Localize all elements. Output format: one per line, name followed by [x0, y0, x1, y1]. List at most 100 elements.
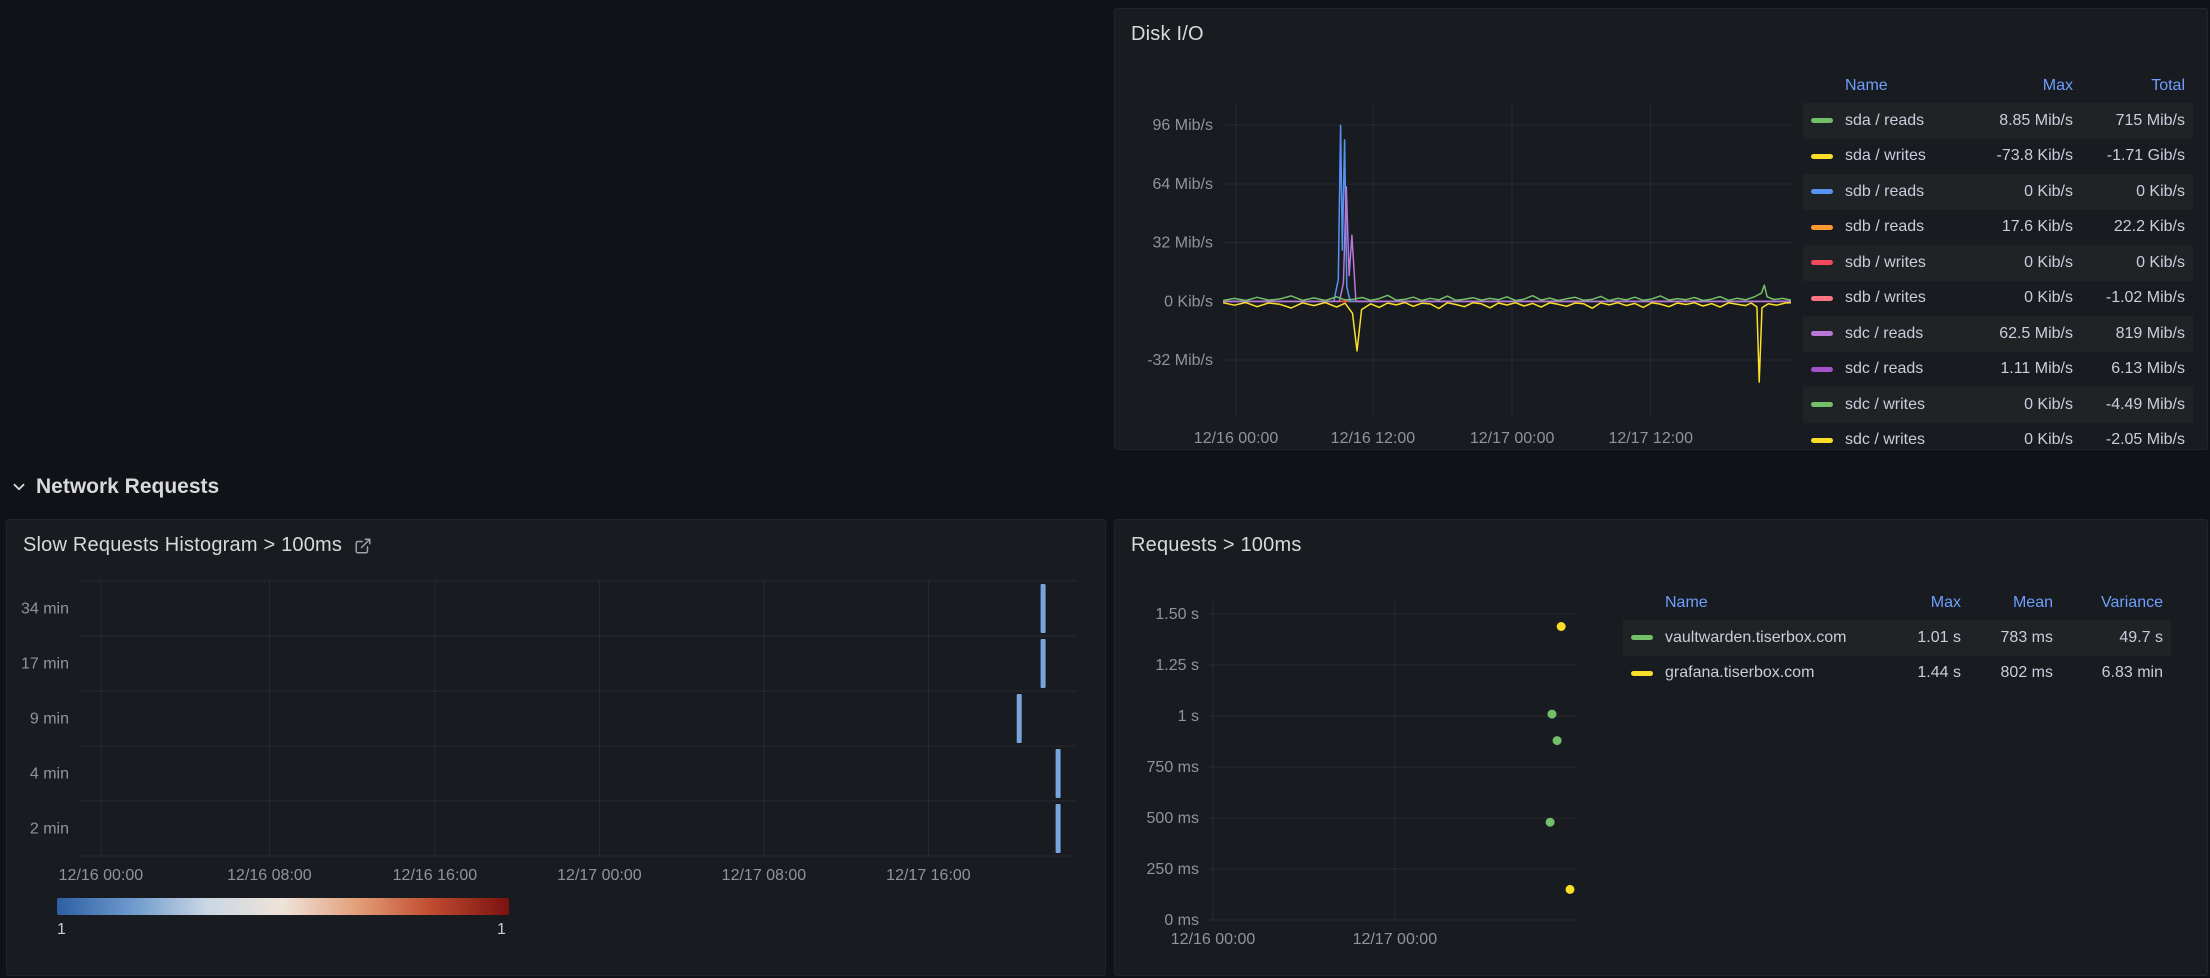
- heatmap-cell: [1041, 584, 1046, 633]
- legend-series-name[interactable]: sdb / writes: [1845, 254, 1963, 272]
- legend-row[interactable]: vaultwarden.tiserbox.com1.01 s783 ms49.7…: [1623, 620, 2171, 656]
- disk-io-chart[interactable]: 12/16 00:0012/16 12:0012/17 00:0012/17 1…: [1155, 69, 1915, 450]
- axis-tick-label: 34 min: [21, 601, 69, 618]
- legend-value: 0 Kib/s: [2073, 183, 2185, 201]
- panel-slow-requests-histogram: Slow Requests Histogram > 100ms 34 min17…: [6, 519, 1106, 976]
- chevron-down-icon[interactable]: [10, 478, 28, 496]
- legend-series-name[interactable]: sdc / writes: [1845, 431, 1963, 449]
- axis-tick-label: 500 ms: [1147, 810, 1199, 827]
- axis-tick-label: 96 Mib/s: [1153, 117, 1213, 134]
- scatter-point: [1557, 622, 1566, 631]
- legend-value: -2.05 Mib/s: [2073, 431, 2185, 449]
- row-network-requests[interactable]: Network Requests: [10, 472, 219, 502]
- scatter-point: [1548, 710, 1557, 719]
- series-color-swatch: [1811, 438, 1833, 443]
- legend-value: 0 Kib/s: [1963, 289, 2073, 307]
- legend-value: 0 Kib/s: [2073, 254, 2185, 272]
- legend-value: 6.83 min: [2053, 664, 2163, 682]
- series-color-swatch: [1811, 154, 1833, 159]
- legend-series-name[interactable]: sdc / writes: [1845, 396, 1963, 414]
- axis-tick-label: 12/16 00:00: [1171, 931, 1256, 948]
- legend-column-header[interactable]: Total: [2073, 77, 2185, 95]
- legend-column-header[interactable]: Name: [1845, 77, 1963, 95]
- series-line: [1223, 303, 1791, 383]
- axis-tick-label: 12/17 00:00: [1353, 931, 1438, 948]
- legend-series-name[interactable]: sdb / reads: [1845, 183, 1963, 201]
- legend-series-name[interactable]: sdc / reads: [1845, 360, 1963, 378]
- legend-column-header[interactable]: Max: [1869, 594, 1961, 612]
- legend-value: -1.71 Gib/s: [2073, 147, 2185, 165]
- axis-tick-label: 12/17 08:00: [722, 867, 807, 884]
- legend-row[interactable]: sdc / reads62.5 Mib/s819 Mib/s: [1803, 316, 2193, 352]
- axis-tick-label: 12/17 16:00: [886, 867, 971, 884]
- legend-value: 0 Kib/s: [1963, 396, 2073, 414]
- legend-row[interactable]: sdc / reads1.11 Mib/s6.13 Mib/s: [1803, 352, 2193, 388]
- legend-series-name[interactable]: sda / reads: [1845, 112, 1963, 130]
- legend-value: 1.44 s: [1869, 664, 1961, 682]
- panel-title[interactable]: Slow Requests Histogram > 100ms: [23, 534, 342, 557]
- legend-value: 17.6 Kib/s: [1963, 218, 2073, 236]
- legend-row[interactable]: sda / reads8.85 Mib/s715 Mib/s: [1803, 103, 2193, 139]
- legend-row[interactable]: sdb / reads0 Kib/s0 Kib/s: [1803, 174, 2193, 210]
- series-line: [1223, 125, 1791, 301]
- legend-series-name[interactable]: grafana.tiserbox.com: [1665, 664, 1869, 682]
- axis-tick-label: 9 min: [30, 711, 69, 728]
- legend-series-name[interactable]: sdb / writes: [1845, 289, 1963, 307]
- axis-tick-label: 12/17 00:00: [557, 867, 642, 884]
- legend-row[interactable]: sdb / writes0 Kib/s-1.02 Mib/s: [1803, 281, 2193, 317]
- legend-row[interactable]: sda / writes-73.8 Kib/s-1.71 Gib/s: [1803, 139, 2193, 175]
- legend-row[interactable]: grafana.tiserbox.com1.44 s802 ms6.83 min: [1623, 656, 2171, 692]
- legend-value: 22.2 Kib/s: [2073, 218, 2185, 236]
- legend-row[interactable]: sdb / writes0 Kib/s0 Kib/s: [1803, 245, 2193, 281]
- legend-series-name[interactable]: sdc / reads: [1845, 325, 1963, 343]
- legend-column-header[interactable]: Name: [1665, 594, 1869, 612]
- heatmap-cell: [1056, 804, 1061, 853]
- axis-tick-label: 12/16 08:00: [227, 867, 312, 884]
- axis-tick-label: 1.25 s: [1155, 657, 1199, 674]
- legend-series-name[interactable]: vaultwarden.tiserbox.com: [1665, 629, 1869, 647]
- legend-series-name[interactable]: sda / writes: [1845, 147, 1963, 165]
- axis-tick-label: 12/16 12:00: [1331, 430, 1416, 447]
- axis-tick-label: 250 ms: [1147, 861, 1199, 878]
- axis-tick-label: 12/17 12:00: [1608, 430, 1693, 447]
- axis-tick-label: 12/16 00:00: [1194, 430, 1279, 447]
- axis-tick-label: 750 ms: [1147, 759, 1199, 776]
- panel-title[interactable]: Disk I/O: [1131, 23, 1204, 46]
- scatter-point: [1553, 736, 1562, 745]
- panel-header: Disk I/O: [1131, 23, 1204, 46]
- requests-legend: NameMaxMeanVariancevaultwarden.tiserbox.…: [1623, 586, 2171, 691]
- legend-header-row: NameMaxMeanVariance: [1623, 586, 2171, 620]
- axis-tick-label: 1 s: [1178, 708, 1199, 725]
- legend-row[interactable]: sdc / writes0 Kib/s-4.49 Mib/s: [1803, 387, 2193, 423]
- series-line: [1223, 187, 1791, 302]
- series-color-swatch: [1811, 260, 1833, 265]
- axis-tick-label: 0 Kib/s: [1164, 293, 1213, 310]
- series-color-swatch: [1811, 118, 1833, 123]
- slow-requests-heatmap[interactable]: 34 min17 min9 min4 min2 min12/16 00:0012…: [15, 570, 1095, 890]
- legend-value: 802 ms: [1961, 664, 2053, 682]
- legend-series-name[interactable]: sdb / reads: [1845, 218, 1963, 236]
- legend-column-header[interactable]: Mean: [1961, 594, 2053, 612]
- panel-title[interactable]: Requests > 100ms: [1131, 534, 1302, 557]
- external-link-icon[interactable]: [354, 537, 372, 555]
- row-title: Network Requests: [36, 475, 219, 499]
- legend-value: 6.13 Mib/s: [2073, 360, 2185, 378]
- legend-row[interactable]: sdb / reads17.6 Kib/s22.2 Kib/s: [1803, 210, 2193, 246]
- legend-row[interactable]: sdc / writes0 Kib/s-2.05 Mib/s: [1803, 423, 2193, 451]
- scale-min-label: 1: [57, 921, 66, 939]
- legend-header-row: NameMaxTotal: [1803, 69, 2193, 103]
- legend-value: 1.01 s: [1869, 629, 1961, 647]
- series-color-swatch: [1811, 367, 1833, 372]
- requests-scatter-chart[interactable]: 1.50 s1.25 s1 s750 ms500 ms250 ms0 ms12/…: [1165, 590, 1605, 960]
- legend-value: 715 Mib/s: [2073, 112, 2185, 130]
- series-color-swatch: [1811, 225, 1833, 230]
- legend-value: 0 Kib/s: [1963, 183, 2073, 201]
- axis-tick-label: 32 Mib/s: [1153, 235, 1213, 252]
- scatter-point: [1566, 885, 1575, 894]
- legend-value: 49.7 s: [2053, 629, 2163, 647]
- panel-header: Requests > 100ms: [1131, 534, 1302, 557]
- legend-column-header[interactable]: Variance: [2053, 594, 2163, 612]
- legend-column-header[interactable]: Max: [1963, 77, 2073, 95]
- axis-tick-label: 2 min: [30, 821, 69, 838]
- heatmap-cell: [1056, 749, 1061, 798]
